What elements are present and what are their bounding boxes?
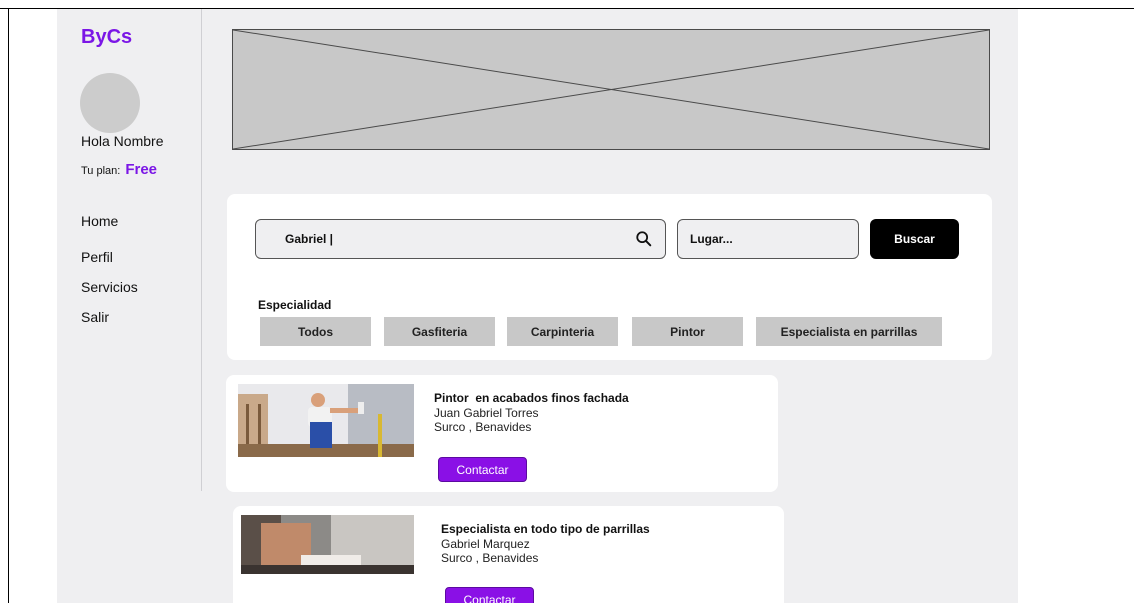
card-location: Surco , Benavides	[441, 551, 539, 565]
contact-button[interactable]: Contactar	[445, 587, 534, 603]
result-card[interactable]: Pintor en acabados finos fachada Juan Ga…	[226, 375, 778, 492]
card-location: Surco , Benavides	[434, 420, 532, 434]
chip-pintor[interactable]: Pintor	[632, 317, 743, 346]
card-title[interactable]: Pintor en acabados finos fachada	[434, 391, 629, 405]
search-button[interactable]: Buscar	[870, 219, 959, 259]
search-icon[interactable]	[635, 230, 653, 248]
card-title[interactable]: Especialista en todo tipo de parrillas	[441, 522, 650, 536]
avatar[interactable]	[80, 73, 140, 133]
search-input[interactable]: Gabriel |	[255, 219, 666, 259]
sidebar-item-perfil[interactable]: Perfil	[81, 249, 113, 265]
plan-label: Tu plan:	[81, 165, 121, 177]
plan-value: Free	[125, 161, 158, 178]
sidebar-item-servicios[interactable]: Servicios	[81, 279, 138, 295]
location-input[interactable]: Lugar...	[677, 219, 859, 259]
chip-todos[interactable]: Todos	[260, 317, 371, 346]
search-input-value[interactable]: Gabriel |	[285, 232, 635, 246]
chip-especialista-parrillas[interactable]: Especialista en parrillas	[756, 317, 942, 346]
card-provider-name: Gabriel Marquez	[441, 537, 530, 551]
chip-gasfiteria[interactable]: Gasfiteria	[384, 317, 495, 346]
app-window: ByCs Hola Nombre Tu plan: Free Home Perf…	[57, 9, 1018, 603]
sidebar: ByCs Hola Nombre Tu plan: Free Home Perf…	[57, 9, 201, 603]
specialty-label: Especialidad	[258, 298, 332, 312]
user-greeting: Hola Nombre	[81, 133, 164, 149]
sidebar-item-home[interactable]: Home	[81, 213, 118, 229]
painter-photo	[238, 384, 414, 457]
chip-carpinteria[interactable]: Carpinteria	[507, 317, 618, 346]
grill-photo	[241, 515, 414, 574]
plan-info: Tu plan: Free	[81, 161, 157, 178]
banner-image-placeholder	[232, 29, 990, 150]
card-provider-name: Juan Gabriel Torres	[434, 406, 539, 420]
app-logo[interactable]: ByCs	[81, 26, 132, 49]
contact-button[interactable]: Contactar	[438, 457, 527, 482]
sidebar-item-salir[interactable]: Salir	[81, 309, 109, 325]
search-panel: Gabriel | Lugar... Buscar Especialidad T…	[227, 194, 992, 360]
frame-left-border	[8, 8, 9, 603]
result-card[interactable]: Especialista en todo tipo de parrillas G…	[233, 506, 784, 603]
sidebar-divider	[201, 9, 202, 491]
